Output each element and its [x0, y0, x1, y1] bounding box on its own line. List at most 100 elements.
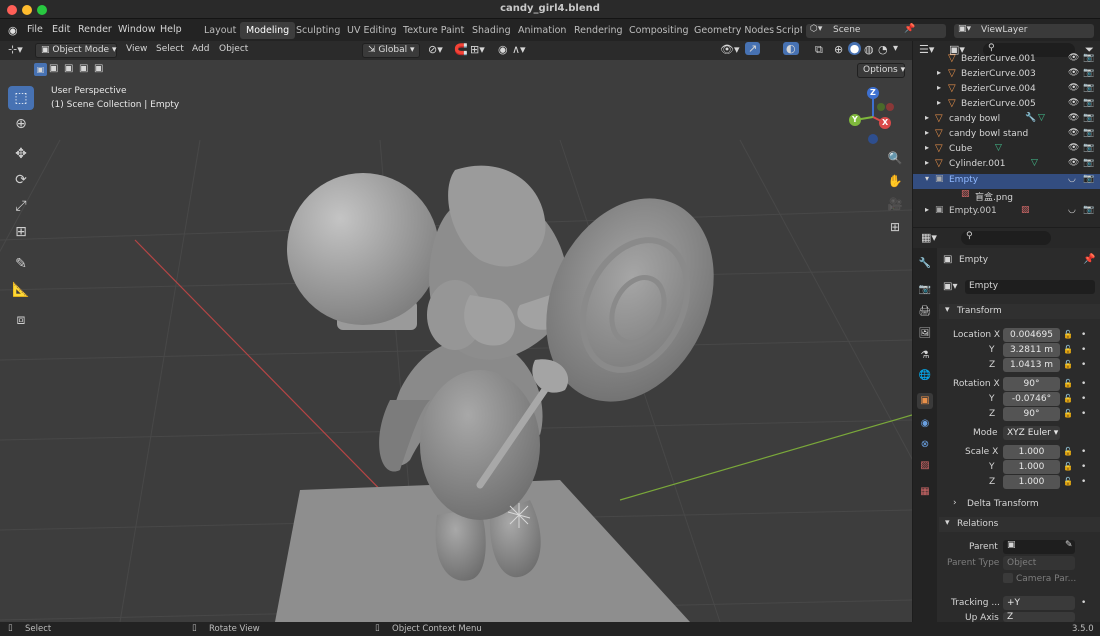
scene-tab-icon[interactable]: ⚗ — [917, 348, 933, 364]
eye-icon[interactable]: 👁 — [1068, 143, 1079, 153]
tab-modeling[interactable]: Modeling — [240, 22, 296, 39]
lock-icon[interactable]: 🔓 — [1063, 394, 1073, 403]
lock-icon[interactable]: 🔓 — [1063, 462, 1073, 471]
camera-parent-checkbox[interactable] — [1003, 573, 1013, 583]
options-dropdown[interactable]: Options ▾ — [857, 63, 905, 78]
menu-edit[interactable]: Edit — [52, 24, 70, 35]
select-new-icon[interactable]: ▣ — [34, 63, 47, 76]
eye-icon[interactable]: 👁 — [1068, 113, 1079, 123]
physics-tab-icon[interactable]: ◉ — [917, 416, 933, 432]
cursor-tool-icon[interactable]: ⊕ — [8, 112, 34, 136]
texture-tab-icon[interactable]: ▦ — [917, 484, 933, 500]
camera-icon[interactable]: 📷 — [1083, 174, 1094, 184]
location-x-field[interactable]: 0.004695 — [1003, 328, 1060, 342]
delta-transform-header[interactable]: › Delta Transform — [953, 497, 1093, 511]
menu-select[interactable]: Select — [156, 44, 184, 54]
datablock-icon[interactable]: ▣▾ — [943, 281, 957, 292]
proportional-editing-icon[interactable]: ◉ — [498, 43, 508, 56]
3d-viewport[interactable]: ▣ ▣ ▣ ▣ ▣ ⬚ ⊕ ✥ ⟳ ⤢ ⊞ ✎ 📐 ⧈ User Perspec… — [0, 60, 912, 622]
pivot-icon[interactable]: ⊘▾ — [428, 43, 443, 56]
editor-type-icon[interactable]: ⊹▾ — [8, 43, 23, 56]
xray-icon[interactable]: ⧉ — [815, 43, 823, 57]
wireframe-shading-icon[interactable]: ⊕ — [834, 43, 843, 56]
select-intersect-icon[interactable]: ▣ — [94, 63, 103, 74]
snap-target-icon[interactable]: ⊞▾ — [470, 43, 485, 56]
keyframe-dot-icon[interactable]: • — [1081, 462, 1086, 472]
select-extend-icon[interactable]: ▣ — [49, 63, 58, 74]
view-layer-selector[interactable]: ▣▾ ViewLayer — [954, 24, 1094, 38]
object-tab-icon[interactable]: ▣ — [917, 393, 933, 409]
lock-icon[interactable]: 🔓 — [1063, 447, 1073, 456]
solid-shading-icon[interactable]: ● — [848, 42, 861, 55]
outliner-row[interactable]: ▸ ▽ BezierCurve.004 👁 📷 — [913, 83, 1100, 98]
camera-view-icon[interactable]: 🎥 — [884, 193, 906, 215]
expand-icon[interactable]: ▸ — [925, 128, 929, 137]
menu-window[interactable]: Window — [118, 24, 155, 35]
transform-panel-header[interactable]: ▾ Transform — [939, 304, 1100, 319]
keyframe-dot-icon[interactable]: • — [1081, 360, 1086, 370]
overlays-toggle-icon[interactable]: ◐ — [783, 42, 799, 55]
constraints-tab-icon[interactable]: ⊗ — [917, 437, 933, 453]
eye-icon[interactable]: 👁 — [1068, 83, 1079, 93]
parent-type-dropdown[interactable]: Object — [1003, 556, 1075, 570]
pin-scene-icon[interactable]: 📌 — [904, 24, 915, 34]
world-tab-icon[interactable]: 🌐 — [917, 368, 933, 384]
expand-icon[interactable]: ▸ — [937, 68, 941, 77]
select-box-tool-icon[interactable]: ⬚ — [8, 86, 34, 110]
outliner-row[interactable]: ▽ BezierCurve.001 👁 📷 — [913, 53, 1100, 68]
lock-icon[interactable]: 🔓 — [1063, 330, 1073, 339]
menu-add[interactable]: Add — [192, 44, 209, 54]
eye-hidden-icon[interactable]: ◡ — [1068, 205, 1076, 215]
eye-icon[interactable]: 👁 — [1068, 53, 1079, 63]
keyframe-dot-icon[interactable]: • — [1081, 447, 1086, 457]
tab-geometry-nodes[interactable]: Geometry Nodes — [688, 22, 780, 39]
menu-view[interactable]: View — [126, 44, 147, 54]
scale-y-field[interactable]: 1.000 — [1003, 460, 1060, 474]
keyframe-dot-icon[interactable]: • — [1081, 598, 1086, 608]
menu-render[interactable]: Render — [78, 24, 112, 35]
tab-shading[interactable]: Shading — [466, 22, 517, 39]
outliner-row[interactable]: ▨ 盲盒.png — [913, 189, 1100, 204]
lock-icon[interactable]: 🔓 — [1063, 379, 1073, 388]
eye-hidden-icon[interactable]: ◡ — [1068, 174, 1076, 184]
outliner-row[interactable]: ▸ ▽ Cylinder.001 ▽ 👁 📷 — [913, 158, 1100, 173]
camera-icon[interactable]: 📷 — [1083, 205, 1094, 215]
mode-dropdown[interactable]: ▣ Object Mode ▾ — [35, 43, 117, 58]
lock-icon[interactable]: 🔓 — [1063, 345, 1073, 354]
expand-icon[interactable]: ▸ — [925, 158, 929, 167]
expand-icon[interactable]: ▸ — [925, 143, 929, 152]
pan-hand-icon[interactable]: ✋ — [884, 170, 906, 192]
expand-icon[interactable]: ▸ — [937, 98, 941, 107]
tab-texture-paint[interactable]: Texture Paint — [397, 22, 470, 39]
keyframe-dot-icon[interactable]: • — [1081, 379, 1086, 389]
scale-x-field[interactable]: 1.000 — [1003, 445, 1060, 459]
output-tab-icon[interactable]: 🖨 — [917, 304, 933, 320]
eye-icon[interactable]: 👁 — [1068, 68, 1079, 78]
tab-scripting[interactable]: Scripti — [770, 22, 802, 39]
location-y-field[interactable]: 3.2811 m — [1003, 343, 1060, 357]
select-invert-icon[interactable]: ▣ — [79, 63, 88, 74]
menu-help[interactable]: Help — [160, 24, 182, 35]
view-layer-tab-icon[interactable]: 🖼 — [917, 326, 933, 342]
blender-logo-icon[interactable]: ◉ — [8, 24, 18, 37]
navigation-gizmo[interactable]: Z Y X — [843, 85, 901, 145]
rendered-shading-icon[interactable]: ◔ — [878, 43, 888, 56]
lock-icon[interactable]: 🔓 — [1063, 477, 1073, 486]
move-tool-icon[interactable]: ✥ — [8, 142, 34, 166]
rotation-z-field[interactable]: 90° — [1003, 407, 1060, 421]
menu-object[interactable]: Object — [219, 44, 248, 54]
location-z-field[interactable]: 1.0413 m — [1003, 358, 1060, 372]
falloff-icon[interactable]: ∧▾ — [512, 43, 526, 56]
material-shading-icon[interactable]: ◍ — [864, 43, 874, 56]
keyframe-dot-icon[interactable]: • — [1081, 345, 1086, 355]
tab-compositing[interactable]: Compositing — [623, 22, 695, 39]
zoom-icon[interactable]: 🔍 — [884, 147, 906, 169]
expand-icon[interactable]: ▸ — [925, 205, 929, 214]
tab-rendering[interactable]: Rendering — [568, 22, 629, 39]
camera-icon[interactable]: 📷 — [1083, 83, 1094, 93]
rotation-x-field[interactable]: 90° — [1003, 377, 1060, 391]
tracking-axis-dropdown[interactable]: +Y — [1003, 596, 1075, 610]
tab-sculpting[interactable]: Sculpting — [290, 22, 346, 39]
tab-layout[interactable]: Layout — [198, 22, 242, 39]
scale-z-field[interactable]: 1.000 — [1003, 475, 1060, 489]
